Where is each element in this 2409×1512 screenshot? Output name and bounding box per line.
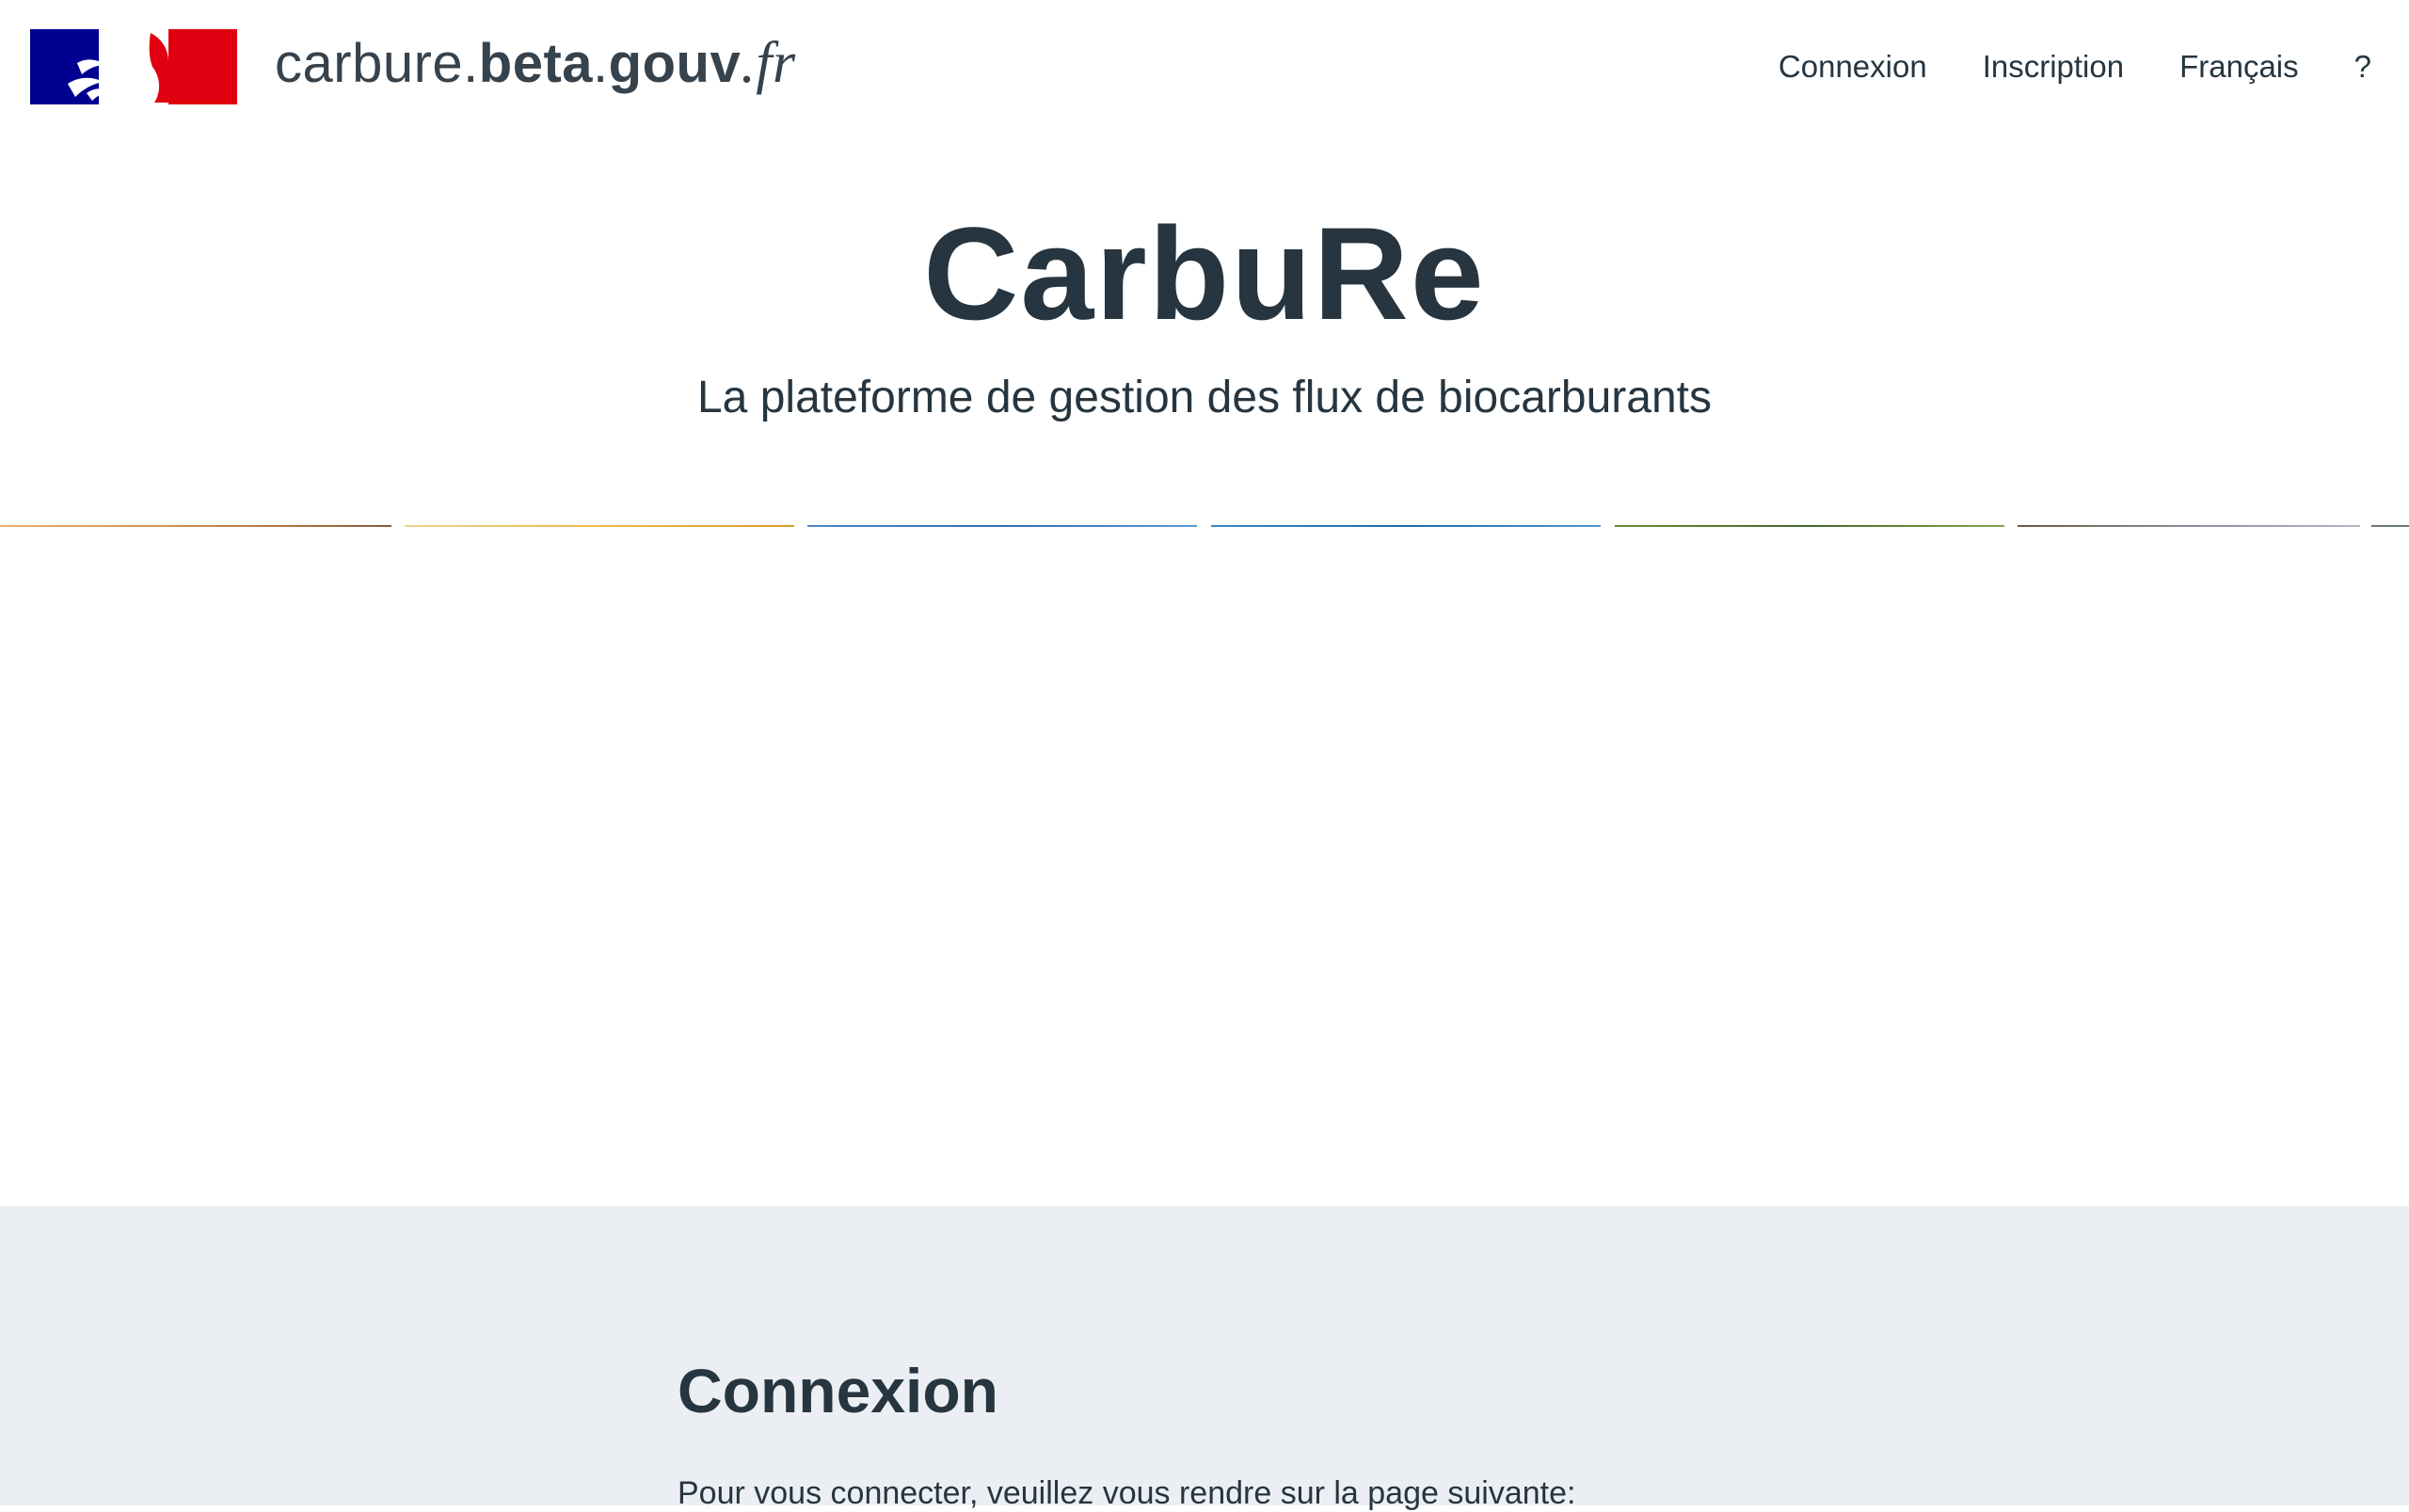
main-nav: Connexion Inscription Français ? [1723, 49, 2371, 85]
brand-fr: .fr [741, 31, 796, 95]
carousel-image-7 [2371, 525, 2409, 527]
page-subtitle: La plateforme de gestion des flux de bio… [696, 373, 1712, 422]
brand-dot: . [593, 33, 609, 94]
site-brand-name[interactable]: carbure.beta.gouv.fr [275, 30, 796, 97]
site-header: carbure.beta.gouv.fr Connexion Inscripti… [0, 0, 2409, 141]
brand-gouv: gouv [608, 33, 742, 94]
marianne-logo-icon[interactable] [30, 29, 237, 104]
carousel-image-4 [1211, 525, 1601, 527]
login-instructions: Pour vous connecter, veuillez vous rendr… [678, 1475, 1576, 1511]
page-title: CarbuRe [923, 199, 1486, 347]
nav-inscription-link[interactable]: Inscription [1983, 49, 2124, 85]
login-title: Connexion [678, 1356, 998, 1425]
carousel-image-1 [0, 525, 391, 527]
carousel-image-6 [2018, 525, 2360, 527]
language-selector[interactable]: Français [2179, 49, 2299, 85]
login-section [0, 1206, 2409, 1505]
carousel-image-3 [807, 525, 1197, 527]
brand-carbure: carbure. [275, 33, 479, 94]
brand-beta: beta [478, 33, 594, 94]
help-link[interactable]: ? [2354, 49, 2371, 85]
carousel-image-5 [1615, 525, 2004, 527]
nav-connexion-link[interactable]: Connexion [1779, 49, 1927, 85]
carousel-image-2 [405, 525, 794, 527]
